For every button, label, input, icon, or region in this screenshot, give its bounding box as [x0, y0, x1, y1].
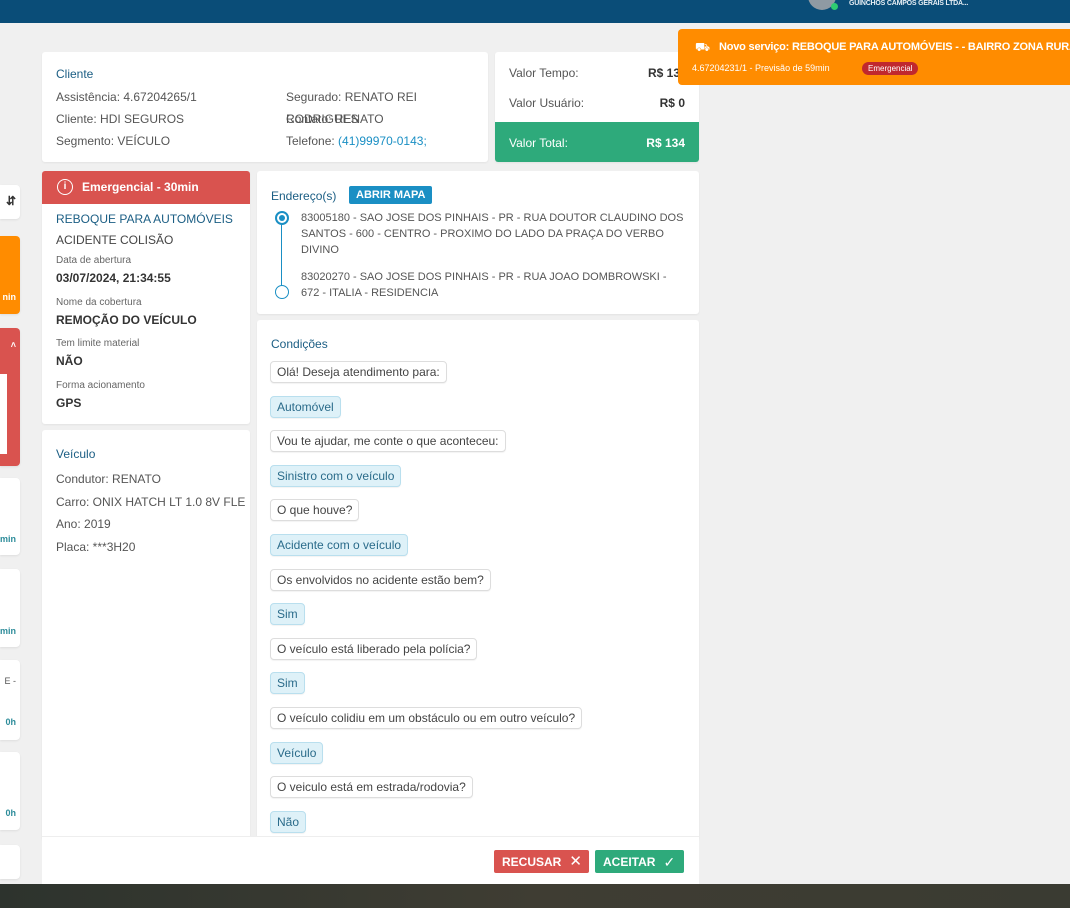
endereco-origem: 83005180 - SAO JOSE DOS PINHAIS - PR - R…: [301, 212, 684, 256]
question-chip: O veiculo está em estrada/rodovia?: [270, 776, 473, 799]
left-list-card[interactable]: min: [0, 478, 20, 555]
valores-card: Valor Tempo: R$ 13 Valor Usuário: R$ 0 V…: [495, 52, 699, 162]
forma-label: Forma acionamento: [56, 380, 145, 391]
servico-card: i Emergencial - 30min REBOQUE PARA AUTOM…: [42, 171, 250, 424]
origin-marker-icon: [275, 211, 289, 225]
cliente-title: Cliente: [56, 67, 94, 81]
toast-title: Novo serviço: REBOQUE PARA AUTOMÓVEIS - …: [719, 41, 1070, 53]
question-chip: O veículo colidiu em um obstáculo ou em …: [270, 706, 583, 729]
emergencial-badge: Emergencial: [862, 62, 919, 75]
car-icon: ⛟: [695, 40, 711, 54]
limite: NÃO: [56, 354, 83, 368]
abrir-mapa-button[interactable]: ABRIR MAPA: [349, 186, 433, 204]
answer-chip: Acidente com o veículo: [270, 533, 409, 556]
cobertura: REMOÇÃO DO VEÍCULO: [56, 313, 197, 327]
left-list-card[interactable]: nin: [0, 236, 20, 314]
valor-total: R$ 134: [646, 136, 685, 150]
aceitar-label: ACEITAR: [603, 854, 656, 869]
chevron-up-icon[interactable]: ˄: [11, 340, 16, 350]
servico-tipo: REBOQUE PARA AUTOMÓVEIS: [56, 212, 233, 226]
condicoes-card: Condições Olá! Deseja atendimento para: …: [257, 320, 699, 840]
bottom-strip: [0, 884, 1070, 908]
question-chip: Vou te ajudar, me conte o que aconteceu:: [270, 430, 506, 453]
valor-total-label: Valor Total:: [509, 136, 568, 150]
left-list-card[interactable]: min: [0, 569, 20, 647]
condutor: Condutor: RENATO: [56, 472, 161, 486]
veiculo-title: Veículo: [56, 447, 96, 461]
data-abertura: 03/07/2024, 21:34:55: [56, 271, 171, 285]
close-icon: ✕: [569, 853, 582, 870]
servico-motivo: ACIDENTE COLISÃO: [56, 233, 174, 247]
left-card-inner: [0, 374, 7, 454]
recusar-label: RECUSAR: [502, 854, 562, 869]
valor-total-bar: Valor Total: R$ 134: [495, 122, 699, 162]
destination-marker-icon: [275, 285, 289, 299]
endereco-destino: 83020270 - SAO JOSE DOS PINHAIS - PR - R…: [301, 271, 667, 299]
contato: Contato: RENATO: [286, 112, 384, 126]
recusar-button[interactable]: RECUSAR ✕: [494, 850, 589, 873]
servico-header: i Emergencial - 30min: [42, 171, 250, 204]
answer-chip: Veículo: [270, 741, 324, 764]
forma: GPS: [56, 396, 82, 410]
assistencia: Assistência: 4.67204265/1: [56, 90, 197, 104]
company-name: GUINCHOS CAMPOS GERAIS LTDA...: [849, 0, 969, 7]
valor-usuario: R$ 0: [659, 96, 685, 110]
left-list-card[interactable]: E - 0h: [0, 660, 20, 740]
question-chip: Os envolvidos no acidente estão bem?: [270, 568, 491, 591]
condicoes-title: Condições: [271, 337, 328, 351]
limite-label: Tem limite material: [56, 338, 140, 349]
answer-chip: Sinistro com o veículo: [270, 464, 402, 487]
cobertura-label: Nome da cobertura: [56, 297, 142, 308]
servico-header-text: Emergencial - 30min: [82, 180, 199, 194]
telefone-link[interactable]: (41)99970-0143;: [338, 134, 427, 148]
answer-chip: Sim: [270, 603, 305, 626]
question-chip: O veículo está liberado pela polícia?: [270, 637, 478, 660]
enderecos-card: Endereço(s) ABRIR MAPA 83005180 - SAO JO…: [257, 171, 699, 314]
valor-usuario-label: Valor Usuário:: [509, 96, 585, 110]
placa: Placa: ***3H20: [56, 540, 136, 554]
condicoes-list: Olá! Deseja atendimento para: Automóvel …: [270, 361, 690, 840]
valor-tempo-label: Valor Tempo:: [509, 66, 579, 80]
answer-chip: Não: [270, 810, 307, 833]
info-icon: i: [57, 179, 73, 195]
cliente-card: Cliente Assistência: 4.67204265/1 Client…: [42, 52, 488, 162]
toast-subtitle: 4.67204231/1 - Previsão de 59min: [692, 63, 830, 73]
answer-chip: Sim: [270, 672, 305, 695]
cliente-nome: Cliente: HDI SEGUROS: [56, 112, 185, 126]
enderecos-title: Endereço(s): [271, 189, 337, 203]
veiculo-card: Veículo Condutor: RENATO Carro: ONIX HAT…: [42, 430, 250, 840]
question-chip: Olá! Deseja atendimento para:: [270, 361, 447, 383]
new-service-toast[interactable]: ⛟ Novo serviço: REBOQUE PARA AUTOMÓVEIS …: [678, 29, 1070, 85]
left-list-card[interactable]: ⇵: [0, 185, 20, 219]
ano: Ano: 2019: [56, 517, 111, 531]
left-list-card[interactable]: [0, 845, 20, 879]
data-abertura-label: Data de abertura: [56, 255, 132, 266]
left-list-card[interactable]: ˄: [0, 328, 20, 466]
left-list-card[interactable]: 0h: [0, 752, 20, 830]
aceitar-button[interactable]: ACEITAR ✓: [595, 850, 684, 873]
question-chip: O que houve?: [270, 499, 360, 522]
valor-tempo: R$ 13: [648, 66, 681, 80]
check-icon: ✓: [663, 853, 676, 870]
segmento: Segmento: VEÍCULO: [56, 134, 171, 148]
filter-icon[interactable]: ⇵: [6, 194, 16, 208]
answer-chip: Automóvel: [270, 395, 341, 418]
telefone-label: Telefone:: [286, 134, 335, 148]
online-status-dot: [831, 3, 838, 10]
route-line: [281, 224, 282, 288]
carro: Carro: ONIX HATCH LT 1.0 8V FLE: [56, 495, 246, 509]
